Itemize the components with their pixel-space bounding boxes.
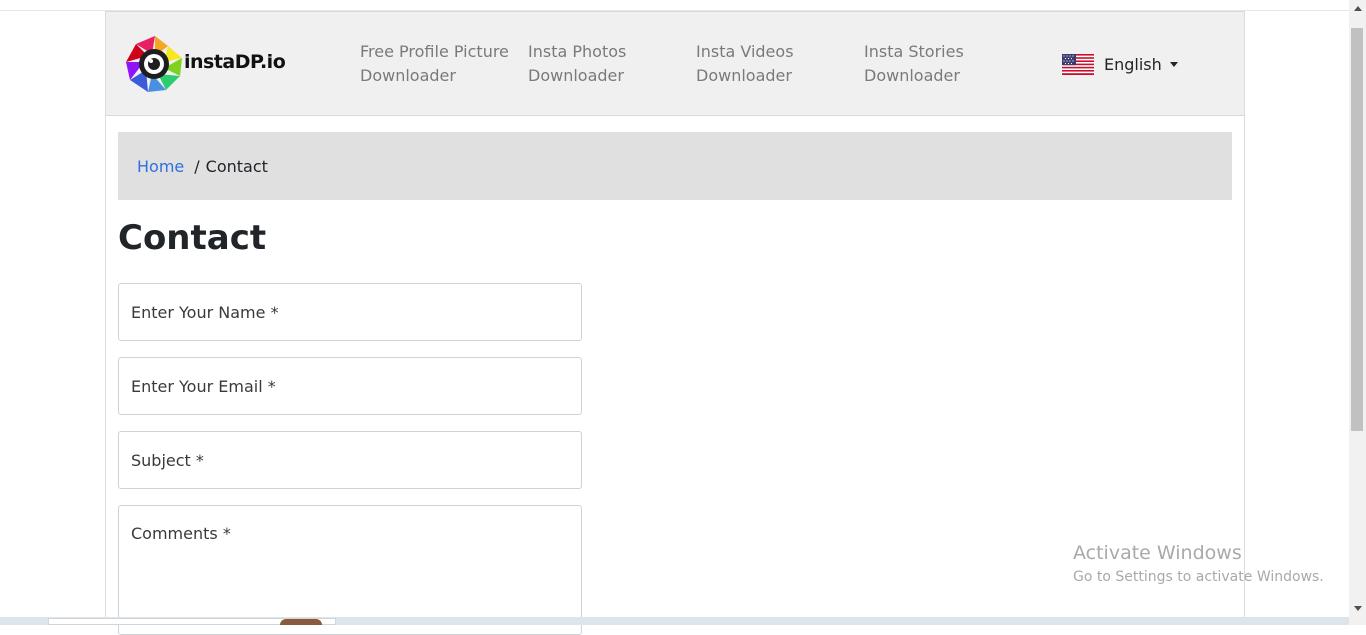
us-flag-icon [1062, 53, 1094, 75]
breadcrumb-current: Contact [205, 156, 268, 176]
watermark-subtitle: Go to Settings to activate Windows. [1073, 569, 1324, 585]
nav-item-label-line2: Downloader [696, 66, 792, 85]
breadcrumb-separator: / [194, 156, 200, 176]
breadcrumb-home-link[interactable]: Home [137, 157, 184, 176]
activate-windows-watermark: Activate Windows Go to Settings to activ… [1073, 541, 1324, 587]
comments-textarea[interactable] [118, 505, 582, 635]
email-input[interactable] [118, 357, 582, 415]
taskbar-app-icon [280, 619, 322, 625]
scroll-down-arrow-icon[interactable] [1349, 600, 1366, 617]
vertical-scrollbar[interactable] [1349, 0, 1366, 625]
breadcrumb: Home / Contact [118, 132, 1232, 200]
nav-item-label-line1: Insta Photos [528, 42, 627, 61]
subject-input[interactable] [118, 431, 582, 489]
logo-text: instaDP.io [184, 51, 286, 73]
nav-item-label-line1: Insta Stories [864, 42, 964, 61]
nav-free-profile-picture-downloader[interactable]: Free Profile Picture Downloader [360, 40, 520, 88]
language-dropdown[interactable]: English [1062, 52, 1178, 76]
nav-insta-stories-downloader[interactable]: Insta Stories Downloader [864, 40, 1024, 88]
nav-item-label-line2: Downloader [360, 66, 456, 85]
page-title: Contact [118, 218, 267, 258]
caret-down-icon [1169, 61, 1178, 67]
name-input[interactable] [118, 283, 582, 341]
nav-insta-photos-downloader[interactable]: Insta Photos Downloader [528, 40, 688, 88]
navbar: instaDP.io Free Profile Picture Download… [106, 11, 1244, 116]
camera-aperture-logo-icon [126, 36, 182, 92]
nav-item-label-line2: Downloader [864, 66, 960, 85]
watermark-title: Activate Windows [1073, 542, 1242, 564]
scroll-up-arrow-icon[interactable] [1349, 0, 1366, 17]
language-label: English [1104, 54, 1162, 74]
taskbar-edge [0, 617, 1349, 625]
nav-insta-videos-downloader[interactable]: Insta Videos Downloader [696, 40, 856, 88]
nav-item-label-line2: Downloader [528, 66, 624, 85]
nav-item-label-line1: Insta Videos [696, 42, 794, 61]
scrollbar-thumb[interactable] [1351, 28, 1363, 431]
site-logo[interactable]: instaDP.io [124, 34, 294, 96]
nav-item-label-line1: Free Profile Picture [360, 42, 509, 61]
page-container: instaDP.io Free Profile Picture Download… [105, 11, 1245, 635]
browser-top-edge [0, 0, 1349, 11]
